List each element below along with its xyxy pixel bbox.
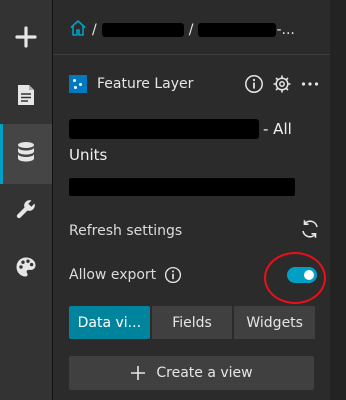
gear-icon[interactable] bbox=[271, 73, 293, 95]
document-icon bbox=[17, 84, 35, 110]
rail-style-button[interactable] bbox=[0, 240, 52, 298]
tab-data-views[interactable]: Data vi... bbox=[69, 306, 150, 339]
tab-widgets[interactable]: Widgets bbox=[234, 306, 316, 339]
allow-export-label-wrap: Allow export bbox=[69, 266, 287, 284]
item-title-redacted bbox=[69, 119, 259, 139]
breadcrumb: / / -... bbox=[69, 14, 331, 46]
details-panel: / / -... Feature Layer - All Units Refre… bbox=[53, 0, 330, 400]
layer-header: Feature Layer bbox=[69, 71, 321, 97]
more-icon[interactable] bbox=[299, 73, 321, 95]
refresh-settings-label: Refresh settings bbox=[69, 223, 183, 239]
info-icon[interactable] bbox=[164, 266, 182, 284]
breadcrumb-item-redacted[interactable] bbox=[198, 23, 277, 37]
item-title: - All Units bbox=[69, 116, 319, 168]
rail-add-button[interactable] bbox=[0, 10, 52, 68]
plus-icon bbox=[130, 365, 146, 381]
wrench-icon bbox=[15, 198, 37, 224]
home-icon[interactable] bbox=[69, 19, 87, 41]
rail-data-button[interactable] bbox=[0, 124, 52, 184]
palette-icon bbox=[15, 256, 37, 282]
create-view-button[interactable]: Create a view bbox=[69, 356, 314, 390]
rail-tools-button[interactable] bbox=[0, 182, 52, 240]
rail-document-button[interactable] bbox=[0, 68, 52, 126]
allow-export-label: Allow export bbox=[69, 267, 157, 283]
item-subtitle-redacted bbox=[69, 178, 295, 196]
tab-fields[interactable]: Fields bbox=[151, 306, 233, 339]
create-view-label: Create a view bbox=[156, 365, 253, 381]
breadcrumb-separator: / bbox=[92, 22, 97, 38]
breadcrumb-item-redacted[interactable] bbox=[101, 23, 184, 37]
item-title-line2: Units bbox=[69, 146, 108, 164]
breadcrumb-separator: / bbox=[188, 22, 194, 38]
layer-type-label: Feature Layer bbox=[97, 76, 194, 92]
item-title-suffix: - All bbox=[263, 120, 292, 138]
breadcrumb-truncated-suffix[interactable]: -... bbox=[276, 22, 294, 38]
refresh-settings-row[interactable]: Refresh settings bbox=[69, 217, 321, 245]
annotation-highlight-circle bbox=[264, 252, 326, 304]
item-title-line1: - All bbox=[69, 116, 319, 142]
refresh-icon[interactable] bbox=[299, 218, 321, 244]
feature-layer-icon bbox=[69, 75, 87, 93]
info-icon[interactable] bbox=[243, 73, 265, 95]
view-tabs: Data vi... Fields Widgets bbox=[69, 306, 316, 339]
header-divider bbox=[53, 54, 330, 55]
database-icon bbox=[16, 141, 36, 167]
scroll-gutter bbox=[330, 0, 346, 400]
plus-icon bbox=[15, 26, 37, 52]
side-rail bbox=[0, 0, 52, 400]
